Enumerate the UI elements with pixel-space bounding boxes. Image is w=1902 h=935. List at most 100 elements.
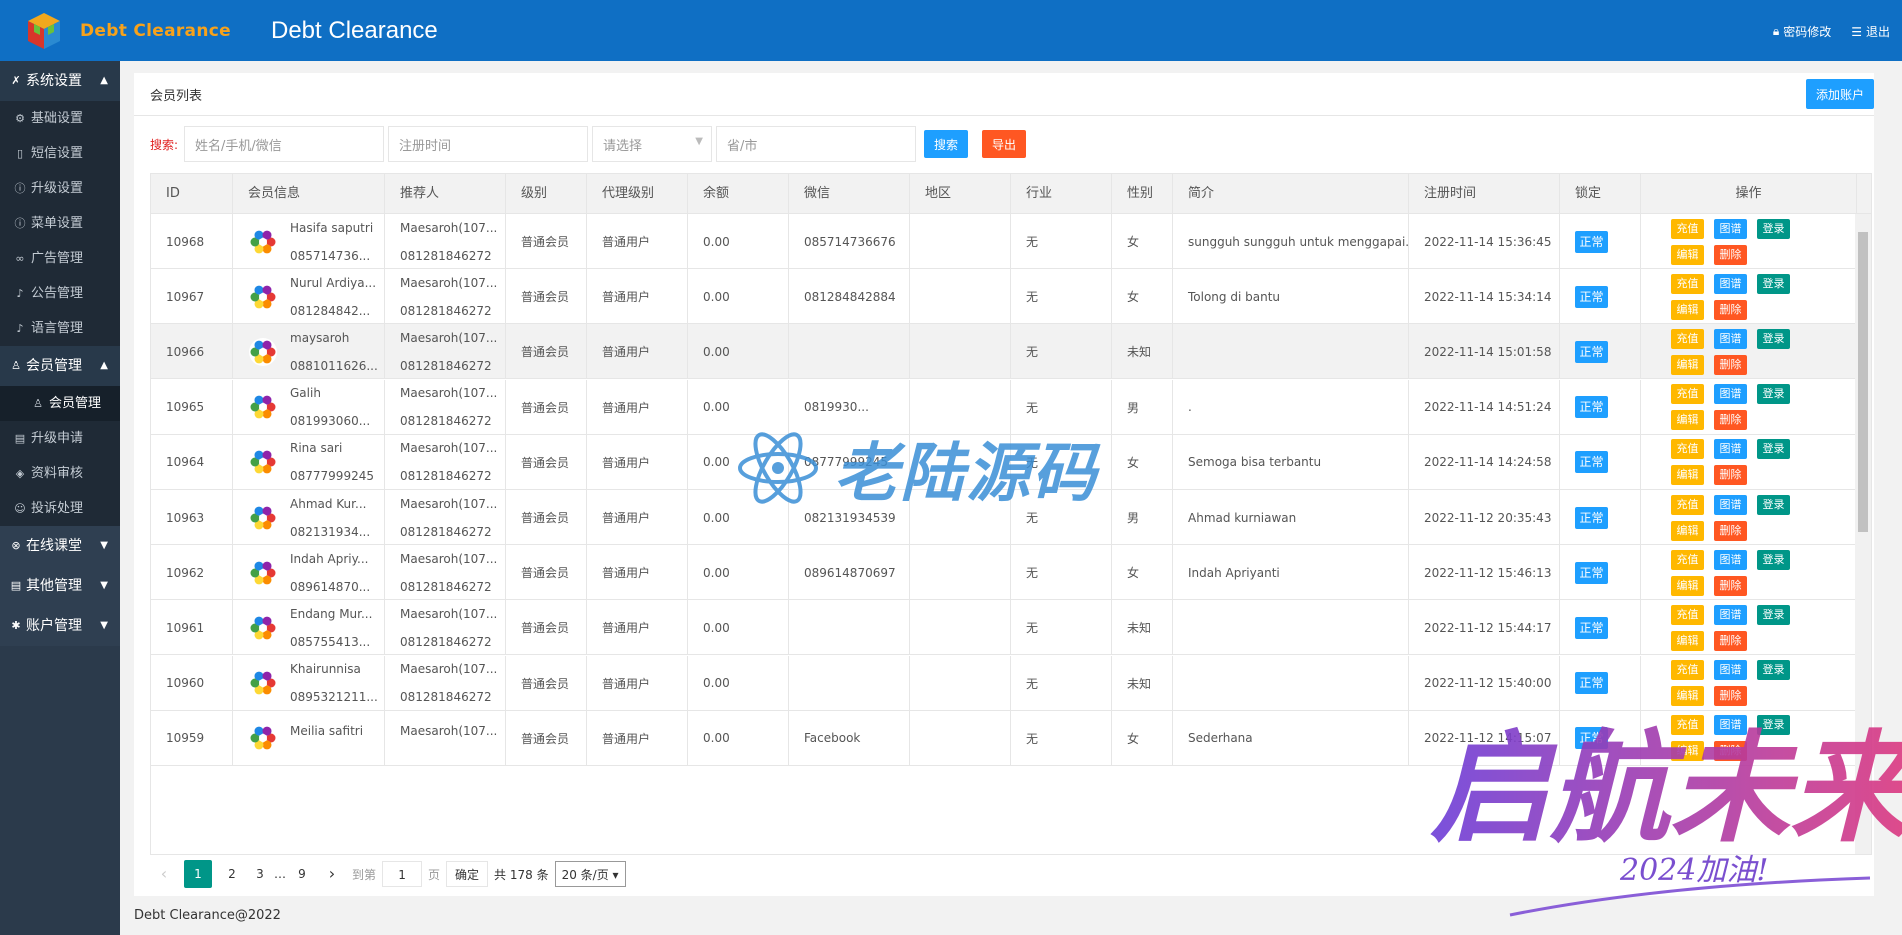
menu-group-members[interactable]: ♙ 会员管理 ▲ [0, 346, 120, 386]
page-1-button[interactable]: 1 [184, 860, 212, 888]
table-row[interactable]: 10966 maysaroh 0881011626... Maesaroh(107..… [151, 324, 1871, 380]
status-badge[interactable]: 正常 [1575, 506, 1608, 529]
graph-button[interactable]: 图谱 [1714, 549, 1747, 570]
level-select[interactable]: 请选择 ▼ [592, 126, 712, 162]
page-last-button[interactable]: 9 [292, 860, 312, 888]
graph-button[interactable]: 图谱 [1714, 439, 1747, 460]
graph-button[interactable]: 图谱 [1714, 328, 1747, 349]
sidebar-item-sms-settings[interactable]: ▯ 短信设置 [0, 136, 120, 171]
status-badge[interactable]: 正常 [1575, 340, 1608, 363]
graph-button[interactable]: 图谱 [1714, 384, 1747, 405]
goto-confirm-button[interactable]: 确定 [446, 861, 489, 887]
region-input[interactable]: 省/市 [716, 126, 916, 162]
delete-button[interactable]: 删除 [1714, 299, 1747, 320]
delete-button[interactable]: 删除 [1714, 520, 1747, 541]
recharge-button[interactable]: 充值 [1671, 439, 1704, 460]
edit-button[interactable]: 编辑 [1671, 465, 1704, 486]
status-badge[interactable]: 正常 [1575, 396, 1608, 419]
table-row[interactable]: 10968 Hasifa saputri 085714736... Maesaroh(… [151, 214, 1871, 269]
prev-page-button[interactable]: ‹ [150, 860, 178, 888]
cell-industry: 无 [1011, 545, 1112, 601]
change-password-link[interactable]: 🔒︎ 密码修改 [1773, 23, 1831, 40]
graph-button[interactable]: 图谱 [1714, 494, 1747, 515]
delete-button[interactable]: 删除 [1714, 244, 1747, 265]
table-row[interactable]: 10962 Indah Apriy... 089614870... Maesaroh(… [151, 545, 1871, 601]
menu-group-accounts[interactable]: ✱ 账户管理 ▼ [0, 606, 120, 646]
login-as-button[interactable]: 登录 [1757, 384, 1790, 405]
cell-gender: 女 [1112, 434, 1173, 490]
register-date-input[interactable]: 注册时间 [388, 126, 588, 162]
recharge-button[interactable]: 充值 [1671, 494, 1704, 515]
logout-link[interactable]: ☰ 退出 [1851, 23, 1890, 40]
sidebar-item-menu-settings[interactable]: ⓘ 菜单设置 [0, 206, 120, 241]
recharge-button[interactable]: 充值 [1671, 384, 1704, 405]
recharge-button[interactable]: 充值 [1671, 273, 1704, 294]
sidebar-item-basic-settings[interactable]: ⚙ 基础设置 [0, 101, 120, 136]
edit-button[interactable]: 编辑 [1671, 410, 1704, 431]
scrollbar-thumb[interactable] [1858, 232, 1868, 532]
edit-button[interactable]: 编辑 [1671, 630, 1704, 651]
add-account-button[interactable]: 添加账户 [1806, 79, 1874, 109]
sidebar-item-upgrade-requests[interactable]: ▤ 升级申请 [0, 421, 120, 456]
login-as-button[interactable]: 登录 [1757, 439, 1790, 460]
login-as-button[interactable]: 登录 [1757, 549, 1790, 570]
recharge-button[interactable]: 充值 [1671, 660, 1704, 681]
status-badge[interactable]: 正常 [1575, 285, 1608, 308]
page-3-button[interactable]: 3 [252, 860, 268, 888]
graph-button[interactable]: 图谱 [1714, 218, 1747, 239]
search-button[interactable]: 搜索 [924, 130, 968, 158]
recharge-button[interactable]: 充值 [1671, 604, 1704, 625]
avatar [248, 613, 278, 643]
recharge-button[interactable]: 充值 [1671, 218, 1704, 239]
delete-button[interactable]: 删除 [1714, 410, 1747, 431]
login-as-button[interactable]: 登录 [1757, 328, 1790, 349]
graph-button[interactable]: 图谱 [1714, 660, 1747, 681]
delete-button[interactable]: 删除 [1714, 354, 1747, 375]
recharge-button[interactable]: 充值 [1671, 549, 1704, 570]
goto-page-input[interactable]: 1 [382, 861, 423, 887]
edit-button[interactable]: 编辑 [1671, 520, 1704, 541]
sidebar-item-upgrade-settings[interactable]: ⓘ 升级设置 [0, 171, 120, 206]
status-badge[interactable]: 正常 [1575, 230, 1608, 253]
page-2-button[interactable]: 2 [218, 860, 246, 888]
cell-balance: 0.00 [688, 655, 789, 711]
edit-button[interactable]: 编辑 [1671, 575, 1704, 596]
menu-group-online-class[interactable]: ⊗ 在线课堂 ▼ [0, 526, 120, 566]
sidebar-item-member-management[interactable]: ♙ 会员管理 [0, 386, 120, 421]
next-page-button[interactable]: › [318, 860, 346, 888]
login-as-button[interactable]: 登录 [1757, 604, 1790, 625]
delete-button[interactable]: 删除 [1714, 575, 1747, 596]
status-badge[interactable]: 正常 [1575, 451, 1608, 474]
sidebar-item-ad-management[interactable]: ∞ 广告管理 [0, 241, 120, 276]
edit-button[interactable]: 编辑 [1671, 299, 1704, 320]
table-row[interactable]: 10967 Nurul Ardiya... 081284842... Maesaroh… [151, 269, 1871, 325]
sidebar-item-profile-review[interactable]: ◈ 资料审核 [0, 456, 120, 491]
menu-group-other[interactable]: ▤ 其他管理 ▼ [0, 566, 120, 606]
edit-button[interactable]: 编辑 [1671, 354, 1704, 375]
column-header-gender: 性别 [1112, 174, 1173, 214]
login-as-button[interactable]: 登录 [1757, 273, 1790, 294]
recharge-button[interactable]: 充值 [1671, 328, 1704, 349]
login-as-button[interactable]: 登录 [1757, 218, 1790, 239]
login-as-button[interactable]: 登录 [1757, 660, 1790, 681]
graph-button[interactable]: 图谱 [1714, 604, 1747, 625]
edit-button[interactable]: 编辑 [1671, 244, 1704, 265]
sidebar-item-complaints[interactable]: ☺ 投诉处理 [0, 491, 120, 526]
page-size-select[interactable]: 20 条/页 ▾ [554, 861, 626, 887]
status-badge[interactable]: 正常 [1575, 561, 1608, 584]
status-badge[interactable]: 正常 [1575, 616, 1608, 639]
menu-group-system[interactable]: ✗ 系统设置 ▲ [0, 61, 120, 101]
column-header-bio: 简介 [1173, 174, 1409, 214]
column-header-member: 会员信息 [233, 174, 385, 214]
logo[interactable]: Debt Clearance [24, 10, 244, 52]
delete-button[interactable]: 删除 [1714, 630, 1747, 651]
table-row[interactable]: 10961 Endang Mur... 085755413... Maesaroh(1… [151, 600, 1871, 656]
export-button[interactable]: 导出 [982, 130, 1026, 158]
delete-button[interactable]: 删除 [1714, 465, 1747, 486]
graph-button[interactable]: 图谱 [1714, 273, 1747, 294]
sidebar-item-language-management[interactable]: ♪ 语言管理 [0, 311, 120, 346]
cell-date: 2022-11-14 14:51:24 [1409, 379, 1560, 435]
name-search-input[interactable]: 姓名/手机/微信 [184, 126, 384, 162]
sidebar-item-notice-management[interactable]: ♪ 公告管理 [0, 276, 120, 311]
login-as-button[interactable]: 登录 [1757, 494, 1790, 515]
